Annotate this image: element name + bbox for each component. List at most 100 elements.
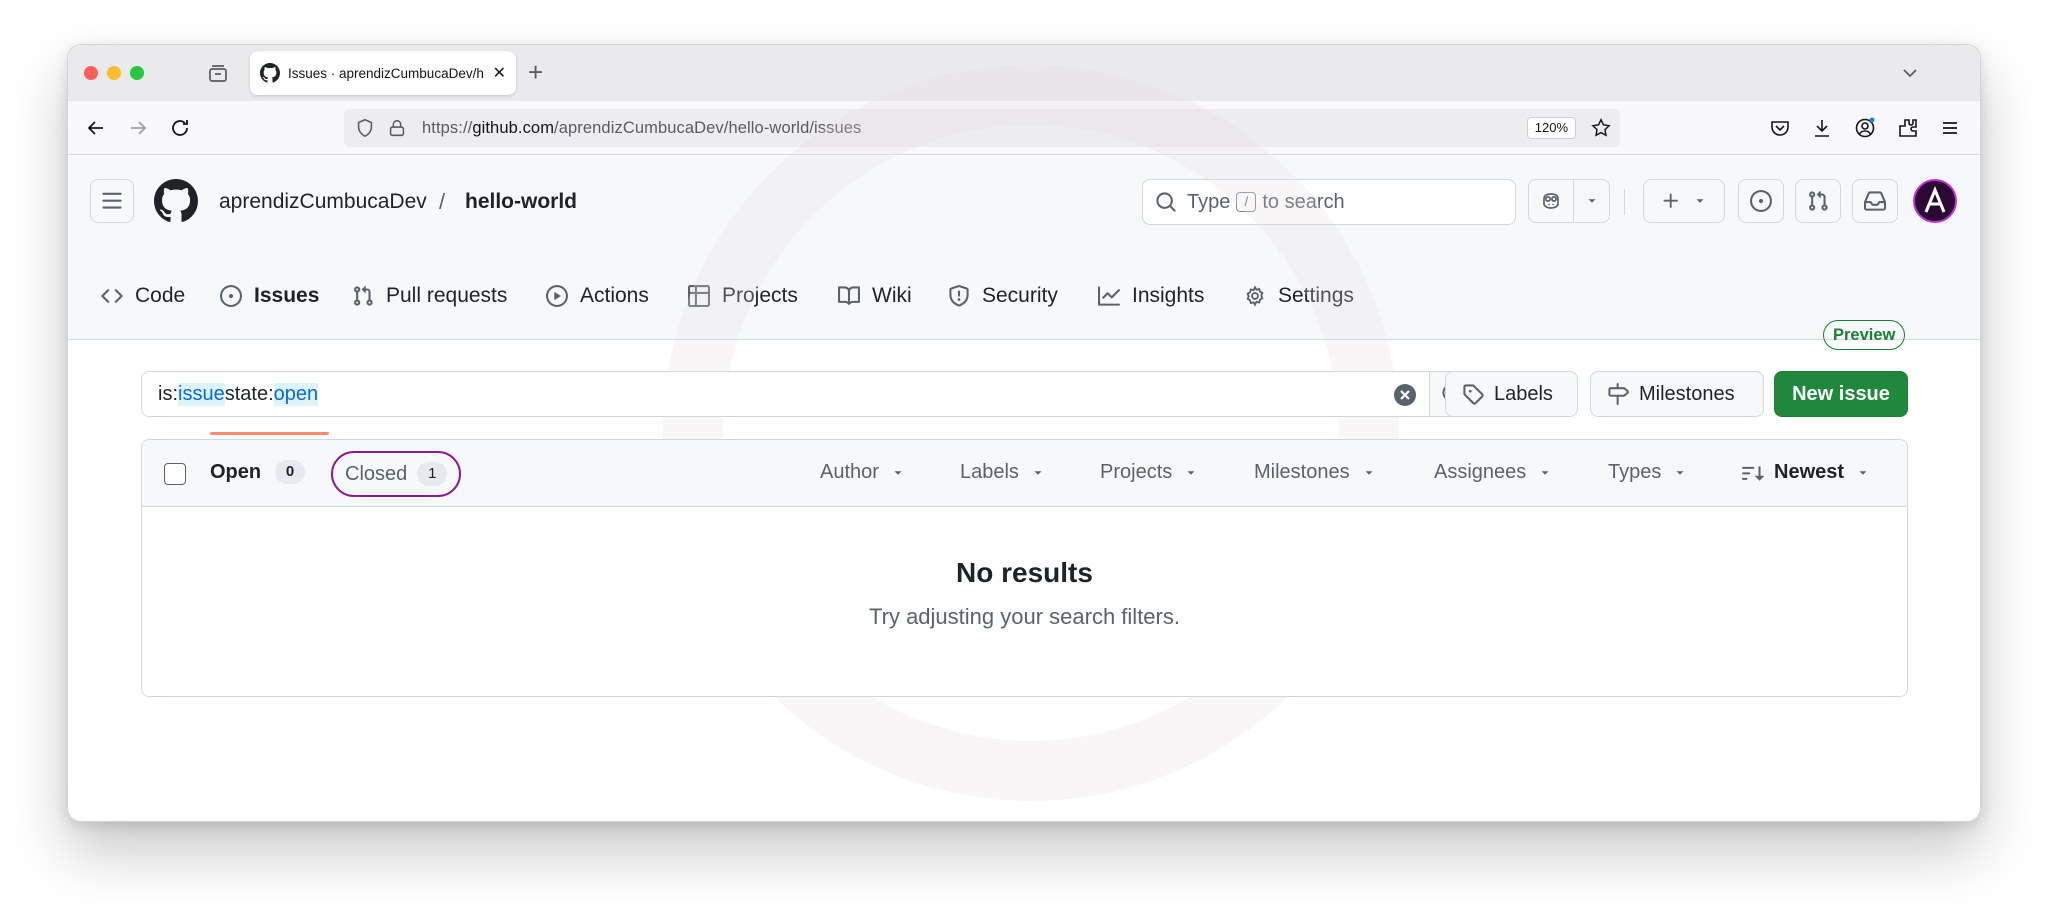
- active-tab-indicator: [210, 432, 329, 435]
- global-search-input[interactable]: Type / to search: [1142, 179, 1516, 225]
- issues-filter-input[interactable]: is: issue state: open: [141, 371, 1430, 417]
- tab-settings[interactable]: Settings: [1244, 251, 1354, 340]
- tab-title: Issues · aprendizCumbucaDev/h: [288, 65, 484, 81]
- triangle-down-icon: [1034, 470, 1042, 475]
- milestones-button[interactable]: Milestones: [1590, 371, 1764, 417]
- preview-badge[interactable]: Preview: [1823, 320, 1906, 350]
- assignees-filter-dropdown[interactable]: Assignees: [1434, 461, 1552, 484]
- search-icon: [1156, 192, 1176, 212]
- tab-wiki-label: Wiki: [872, 283, 912, 307]
- repo-owner-link[interactable]: aprendizCumbucaDev: [219, 190, 427, 214]
- closed-issues-tab[interactable]: Closed 1: [331, 451, 462, 497]
- triangle-down-icon: [1187, 470, 1195, 475]
- code-icon: [101, 288, 123, 303]
- repo-navigation: Code Issues Pull requests Actions Projec…: [68, 251, 1980, 435]
- types-filter-label: Types: [1608, 461, 1662, 483]
- projects-filter-dropdown[interactable]: Projects: [1100, 461, 1198, 484]
- labels-filter-label: Labels: [960, 461, 1019, 483]
- types-filter-dropdown[interactable]: Types: [1608, 461, 1687, 484]
- triangle-down-icon: [1365, 470, 1373, 475]
- reload-icon[interactable]: [168, 116, 192, 140]
- back-arrow-icon[interactable]: [84, 116, 108, 140]
- sort-dropdown[interactable]: Newest: [1742, 461, 1870, 484]
- chevron-down-icon[interactable]: [1900, 63, 1920, 83]
- tab-wiki[interactable]: Wiki: [838, 251, 912, 340]
- tab-overview-icon[interactable]: [206, 61, 230, 85]
- tab-pull-requests[interactable]: Pull requests: [352, 251, 507, 340]
- tab-security[interactable]: Security: [948, 251, 1058, 340]
- filter-qualifier-is: is:: [158, 382, 178, 405]
- forward-arrow-icon[interactable]: [126, 116, 150, 140]
- plus-icon: [1663, 193, 1678, 208]
- browser-nav-bar: https://github.com/aprendizCumbucaDev/he…: [68, 101, 1980, 155]
- account-icon[interactable]: [1853, 116, 1877, 140]
- labels-button[interactable]: Labels: [1445, 371, 1578, 417]
- inbox-button[interactable]: [1852, 179, 1898, 223]
- author-filter-dropdown[interactable]: Author: [820, 461, 905, 484]
- avatar-letter-a-icon: [1924, 186, 1946, 213]
- browser-window: Issues · aprendizCumbucaDev/h ✕ + https:…: [67, 44, 1981, 822]
- closed-issues-count: 1: [417, 462, 448, 486]
- triangle-down-icon: [1676, 470, 1684, 475]
- issue-opened-icon: [220, 284, 242, 307]
- tab-pull-requests-label: Pull requests: [386, 283, 508, 307]
- git-pull-request-icon: [354, 285, 373, 306]
- copilot-button-group: [1528, 179, 1610, 223]
- minimize-window-button[interactable]: [107, 66, 121, 80]
- github-favicon-icon: [260, 63, 280, 83]
- copilot-button[interactable]: [1529, 180, 1573, 222]
- labels-filter-dropdown[interactable]: Labels: [960, 461, 1045, 484]
- download-icon[interactable]: [1810, 116, 1834, 140]
- triangle-down-icon: [1588, 199, 1595, 203]
- new-issue-button[interactable]: New issue: [1774, 371, 1908, 417]
- tag-icon: [1463, 384, 1484, 405]
- tab-code-label: Code: [135, 283, 186, 307]
- search-placeholder: Type / to search: [1187, 190, 1345, 213]
- book-icon: [838, 285, 860, 305]
- clear-filter-icon[interactable]: [1393, 383, 1417, 407]
- open-issues-tab[interactable]: Open: [210, 461, 261, 484]
- issues-list-box: Open 0 Closed 1 Author Labels Projects M…: [141, 439, 1908, 697]
- your-pull-requests-button[interactable]: [1795, 179, 1841, 223]
- hamburger-icon: [102, 192, 122, 209]
- tab-issues[interactable]: Issues: [220, 251, 319, 340]
- create-new-segment: [1644, 180, 1724, 222]
- select-all-checkbox[interactable]: [164, 463, 186, 485]
- tab-insights[interactable]: Insights: [1098, 251, 1204, 340]
- github-logo-icon[interactable]: [154, 179, 198, 223]
- pocket-icon[interactable]: [1768, 116, 1792, 140]
- tab-code[interactable]: Code: [101, 251, 185, 340]
- repo-name-link[interactable]: hello-world: [465, 190, 577, 214]
- milestones-filter-label: Milestones: [1254, 461, 1350, 483]
- maximize-window-button[interactable]: [130, 66, 144, 80]
- tab-close-icon[interactable]: ✕: [493, 63, 506, 83]
- zoom-level-badge[interactable]: 120%: [1526, 117, 1576, 139]
- user-avatar[interactable]: [1913, 179, 1957, 223]
- create-new-button[interactable]: [1643, 179, 1725, 223]
- inbox-icon: [1864, 191, 1886, 211]
- menu-icon[interactable]: [1938, 116, 1962, 140]
- issues-list-header: Open 0 Closed 1 Author Labels Projects M…: [142, 440, 1907, 507]
- table-icon: [688, 284, 710, 307]
- header-divider: [1624, 189, 1625, 215]
- active-browser-tab[interactable]: Issues · aprendizCumbucaDev/h ✕: [250, 51, 516, 95]
- tab-settings-label: Settings: [1278, 283, 1354, 307]
- address-bar[interactable]: https://github.com/aprendizCumbucaDev/he…: [344, 109, 1620, 147]
- extensions-icon[interactable]: [1896, 116, 1920, 140]
- milestones-filter-dropdown[interactable]: Milestones: [1254, 461, 1376, 484]
- sort-desc-icon: [1742, 465, 1764, 481]
- your-issues-button[interactable]: [1738, 179, 1784, 223]
- breadcrumb-separator: /: [439, 189, 446, 214]
- lock-icon[interactable]: [386, 117, 408, 139]
- close-window-button[interactable]: [84, 66, 98, 80]
- tab-actions[interactable]: Actions: [546, 251, 649, 340]
- new-tab-button[interactable]: +: [528, 58, 543, 86]
- open-issues-count: 0: [275, 460, 305, 484]
- git-pull-request-icon: [1809, 190, 1828, 211]
- copilot-dropdown-button[interactable]: [1573, 180, 1609, 222]
- tab-projects[interactable]: Projects: [688, 251, 798, 340]
- shield-tracking-icon[interactable]: [354, 117, 376, 139]
- open-global-nav-button[interactable]: [90, 179, 134, 223]
- filter-value-issue: issue: [178, 382, 225, 406]
- bookmark-star-icon[interactable]: [1590, 117, 1612, 139]
